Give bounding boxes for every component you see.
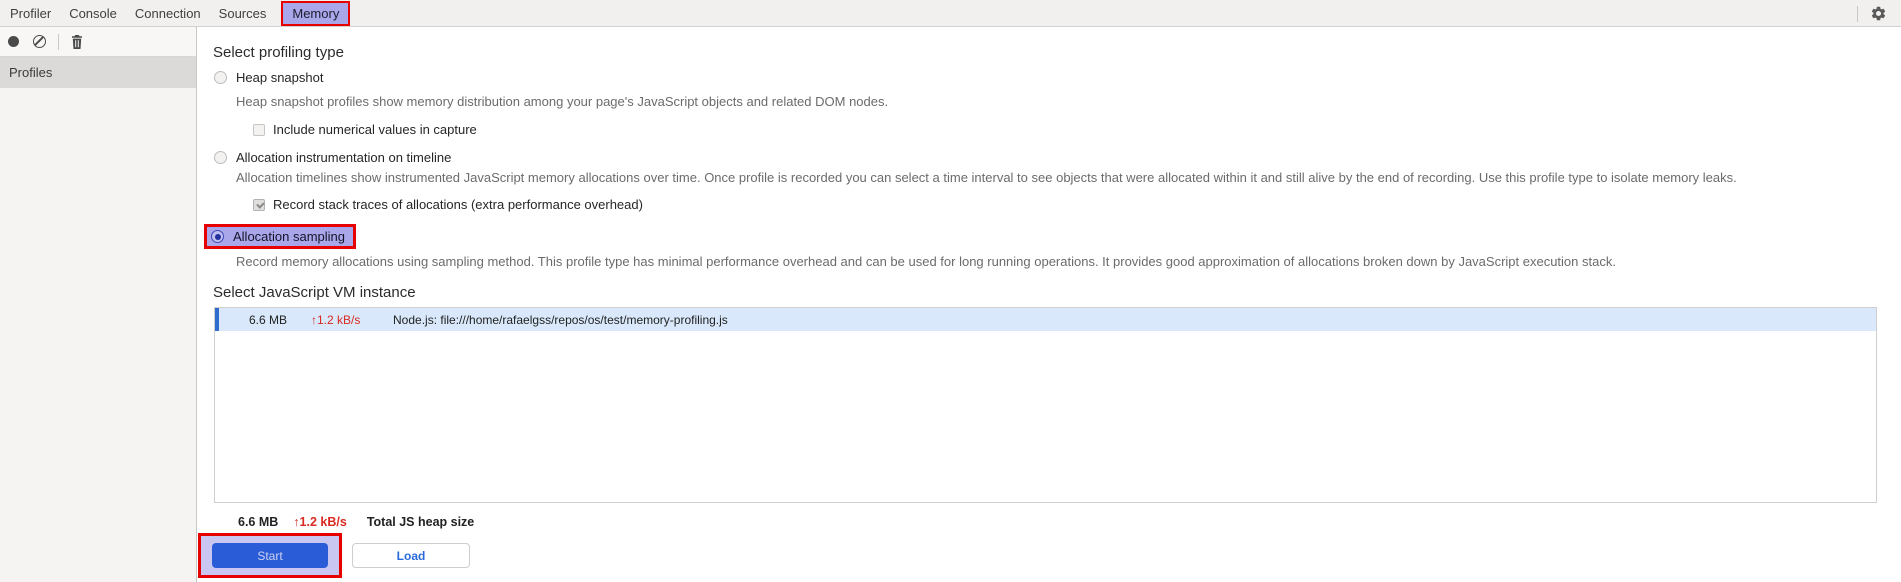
tab-connection[interactable]: Connection: [135, 6, 201, 21]
profiles-section-header: Profiles: [0, 57, 196, 88]
allocation-timeline-description: Allocation timelines show instrumented J…: [236, 170, 1737, 185]
vm-instance-row[interactable]: 6.6 MB ↑1.2 kB/s Node.js: file:///home/r…: [215, 308, 1876, 331]
tab-bar-right: [1857, 0, 1887, 27]
checkbox-icon: [253, 198, 265, 211]
toolbar-divider: [58, 33, 59, 50]
checkbox-label: Record stack traces of allocations (extr…: [273, 197, 643, 212]
checkbox-record-stack-traces[interactable]: Record stack traces of allocations (extr…: [253, 197, 643, 212]
toolbar-divider: [1857, 5, 1858, 22]
allocation-sampling-description: Record memory allocations using sampling…: [236, 254, 1616, 269]
checkbox-include-numerical-values[interactable]: Include numerical values in capture: [253, 122, 477, 137]
profiles-toolbar: [0, 27, 196, 57]
tab-profiler[interactable]: Profiler: [10, 6, 51, 21]
vm-instance-heading: Select JavaScript VM instance: [213, 284, 416, 301]
radio-label: Heap snapshot: [236, 70, 324, 85]
vm-heap-rate: ↑1.2 kB/s: [311, 312, 361, 327]
radio-label: Allocation sampling: [233, 229, 346, 244]
total-heap-size-value: 6.6 MB: [238, 515, 279, 529]
profiling-type-heading: Select profiling type: [213, 44, 344, 61]
checkbox-icon: [253, 123, 265, 136]
total-heap-size-label: Total JS heap size: [366, 515, 475, 529]
radio-heap-snapshot[interactable]: Heap snapshot: [214, 70, 323, 85]
trash-icon[interactable]: [71, 34, 83, 49]
record-icon[interactable]: [8, 36, 19, 47]
checkbox-label: Include numerical values in capture: [273, 122, 477, 137]
vm-heap-size: 6.6 MB: [249, 312, 288, 327]
tab-console[interactable]: Console: [69, 6, 117, 21]
start-button-highlight: Start: [198, 533, 342, 578]
start-button[interactable]: Start: [212, 543, 328, 568]
heap-snapshot-description: Heap snapshot profiles show memory distr…: [236, 94, 889, 109]
clear-all-icon[interactable]: [33, 35, 46, 48]
radio-label: Allocation instrumentation on timeline: [236, 150, 452, 165]
radio-allocation-sampling[interactable]: Allocation sampling: [204, 224, 357, 249]
total-heap-rate-value: ↑1.2 kB/s: [293, 515, 347, 529]
radio-icon: [214, 71, 227, 84]
devtools-memory-panel: Profiler Console Connection Sources Memo…: [0, 0, 1901, 582]
radio-selected-icon: [211, 230, 224, 243]
radio-icon: [214, 151, 227, 164]
memory-panel-content: Select profiling type Heap snapshot Heap…: [198, 27, 1901, 582]
tab-sources[interactable]: Sources: [219, 6, 267, 21]
heap-totals: 6.6 MB ↑1.2 kB/s Total JS heap size: [238, 515, 474, 529]
tab-bar: Profiler Console Connection Sources Memo…: [0, 0, 1901, 27]
vm-instance-name: Node.js: file:///home/rafaelgss/repos/os…: [393, 312, 728, 327]
radio-allocation-timeline[interactable]: Allocation instrumentation on timeline: [214, 150, 451, 165]
settings-gear-icon[interactable]: [1870, 5, 1887, 22]
load-button[interactable]: Load: [352, 543, 470, 568]
tab-memory[interactable]: Memory: [281, 0, 351, 26]
sidebar: Profiles: [0, 27, 197, 582]
vm-instance-table: 6.6 MB ↑1.2 kB/s Node.js: file:///home/r…: [214, 307, 1877, 503]
